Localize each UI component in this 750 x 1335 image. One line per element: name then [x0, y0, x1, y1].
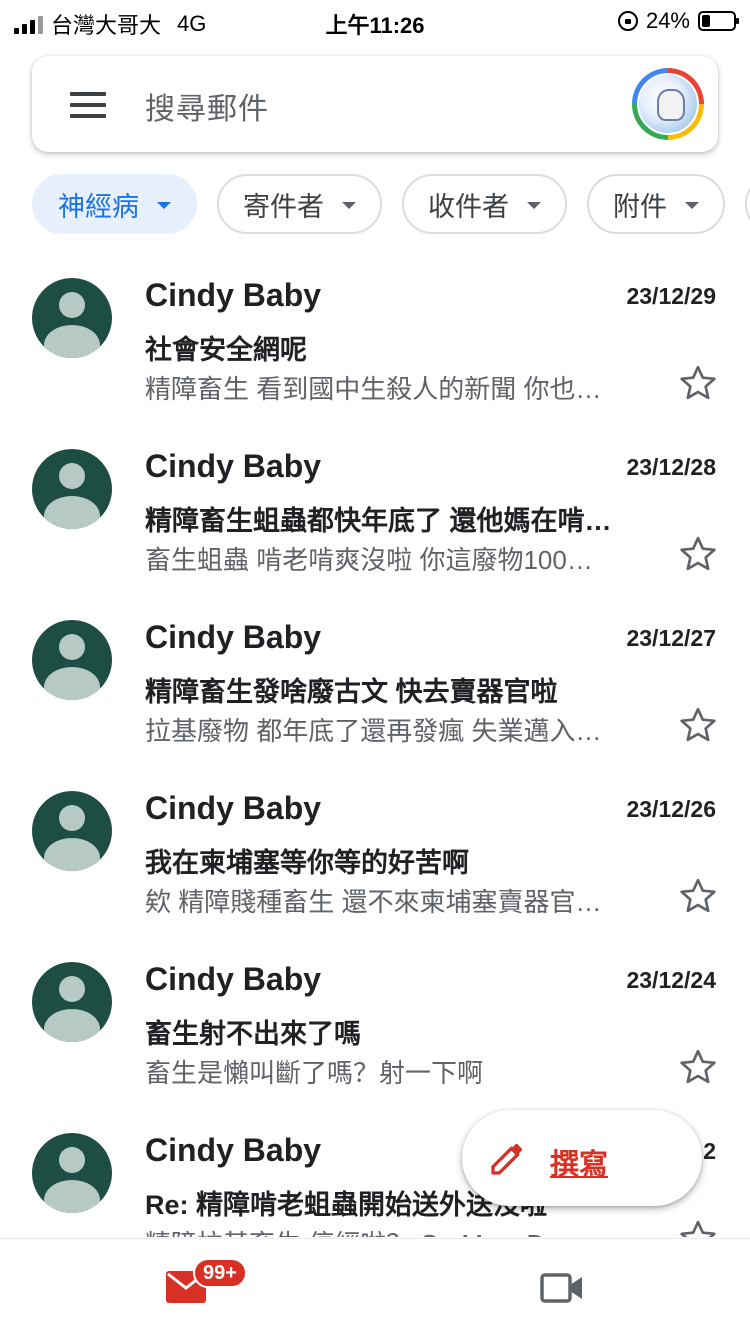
star-icon[interactable]	[678, 534, 718, 574]
mail-subject: 精障畜生蛆蟲都快年底了 還他媽在啃…	[145, 506, 612, 536]
orientation-lock-icon	[617, 11, 638, 31]
mail-list: Cindy Baby 23/12/29 社會安全網呢 精障畜生 看到國中生殺人的…	[0, 255, 750, 1237]
pencil-icon	[491, 1143, 523, 1175]
unread-count-badge: 99+	[193, 1258, 247, 1288]
sender-avatar[interactable]	[32, 1133, 112, 1213]
battery-icon	[698, 11, 739, 31]
battery-percent: 24%	[645, 8, 690, 33]
filter-chips: 神經病 寄件者 收件者 附件 日	[32, 174, 750, 234]
mail-subject: 畜生射不出來了嗎	[145, 1019, 361, 1049]
chip-label: 收件者	[428, 191, 509, 222]
mail-row[interactable]: Cindy Baby 23/12/28 精障畜生蛆蟲都快年底了 還他媽在啃… 畜…	[0, 426, 750, 597]
mail-snippet: 畜生是懶叫斷了嗎？射一下啊	[145, 1058, 484, 1088]
mail-date: 2	[703, 1138, 716, 1164]
mail-date: 23/12/24	[626, 967, 716, 993]
mail-snippet: 精障拉基畜生 停經啦？ On Mon, Dec	[145, 1224, 650, 1237]
mail-date: 23/12/28	[626, 454, 716, 480]
star-icon[interactable]	[678, 876, 718, 916]
sender-name: Cindy Baby	[145, 1132, 322, 1168]
sender-avatar[interactable]	[32, 449, 112, 529]
mail-row[interactable]: Cindy Baby 23/12/24 畜生射不出來了嗎 畜生是懶叫斷了嗎？射一…	[0, 939, 750, 1110]
sender-name: Cindy Baby	[145, 619, 322, 655]
chip-label: 附件	[613, 191, 667, 222]
sender-name: Cindy Baby	[145, 961, 322, 997]
chip-recipient[interactable]: 收件者	[402, 174, 567, 234]
chip-label-filter[interactable]: 神經病	[32, 174, 197, 234]
chip-date[interactable]: 日	[745, 174, 750, 234]
status-right: 24%	[617, 8, 739, 34]
star-icon[interactable]	[678, 705, 718, 745]
compose-button[interactable]: 撰寫	[462, 1110, 702, 1206]
mail-subject: 精障畜生發啥廢古文 快去賣器官啦	[145, 677, 558, 707]
compose-label: 撰寫	[550, 1149, 609, 1181]
mail-date: 23/12/29	[626, 283, 716, 309]
mail-row[interactable]: Cindy Baby 23/12/29 社會安全網呢 精障畜生 看到國中生殺人的…	[0, 255, 750, 426]
hamburger-menu-icon[interactable]	[70, 92, 106, 118]
chip-sender[interactable]: 寄件者	[217, 174, 382, 234]
star-icon[interactable]	[678, 1047, 718, 1087]
sender-avatar[interactable]	[32, 620, 112, 700]
video-camera-icon[interactable]	[540, 1271, 584, 1305]
chevron-down-icon	[527, 202, 541, 209]
mail-subject: 我在柬埔塞等你等的好苦啊	[145, 848, 469, 878]
mail-snippet: 拉基廢物 都年底了還再發瘋 失業邁入…	[145, 716, 602, 746]
mail-snippet: 欸 精障賤種畜生 還不來柬埔塞賣器官…	[145, 887, 602, 917]
sender-avatar[interactable]	[32, 278, 112, 358]
chevron-down-icon	[685, 202, 699, 209]
search-input[interactable]: 搜尋郵件	[145, 84, 269, 128]
status-bar: 台灣大哥大 4G 上午11:26 24%	[0, 0, 750, 40]
mail-snippet: 精障畜生 看到國中生殺人的新聞 你也…	[145, 374, 602, 404]
sender-avatar[interactable]	[32, 962, 112, 1042]
sender-name: Cindy Baby	[145, 277, 322, 313]
mail-row[interactable]: Cindy Baby 23/12/26 我在柬埔塞等你等的好苦啊 欸 精障賤種畜…	[0, 768, 750, 939]
search-bar[interactable]: 搜尋郵件	[32, 56, 718, 152]
sender-avatar[interactable]	[32, 791, 112, 871]
chip-label: 神經病	[58, 191, 139, 222]
bottom-nav: 99+	[0, 1238, 750, 1335]
star-icon[interactable]	[678, 363, 718, 403]
mail-date: 23/12/26	[626, 796, 716, 822]
sender-name: Cindy Baby	[145, 790, 322, 826]
mail-date: 23/12/27	[626, 625, 716, 651]
chip-attachment[interactable]: 附件	[587, 174, 725, 234]
mail-snippet: 畜生蛆蟲 啃老啃爽沒啦 你這廢物100…	[145, 545, 593, 575]
sender-name: Cindy Baby	[145, 448, 322, 484]
mail-subject: 社會安全網呢	[145, 335, 307, 365]
star-icon[interactable]	[678, 1218, 718, 1237]
account-avatar[interactable]	[632, 68, 704, 140]
chip-label: 寄件者	[243, 191, 324, 222]
chevron-down-icon	[157, 202, 171, 209]
chevron-down-icon	[342, 202, 356, 209]
mail-row[interactable]: Cindy Baby 23/12/27 精障畜生發啥廢古文 快去賣器官啦 拉基廢…	[0, 597, 750, 768]
